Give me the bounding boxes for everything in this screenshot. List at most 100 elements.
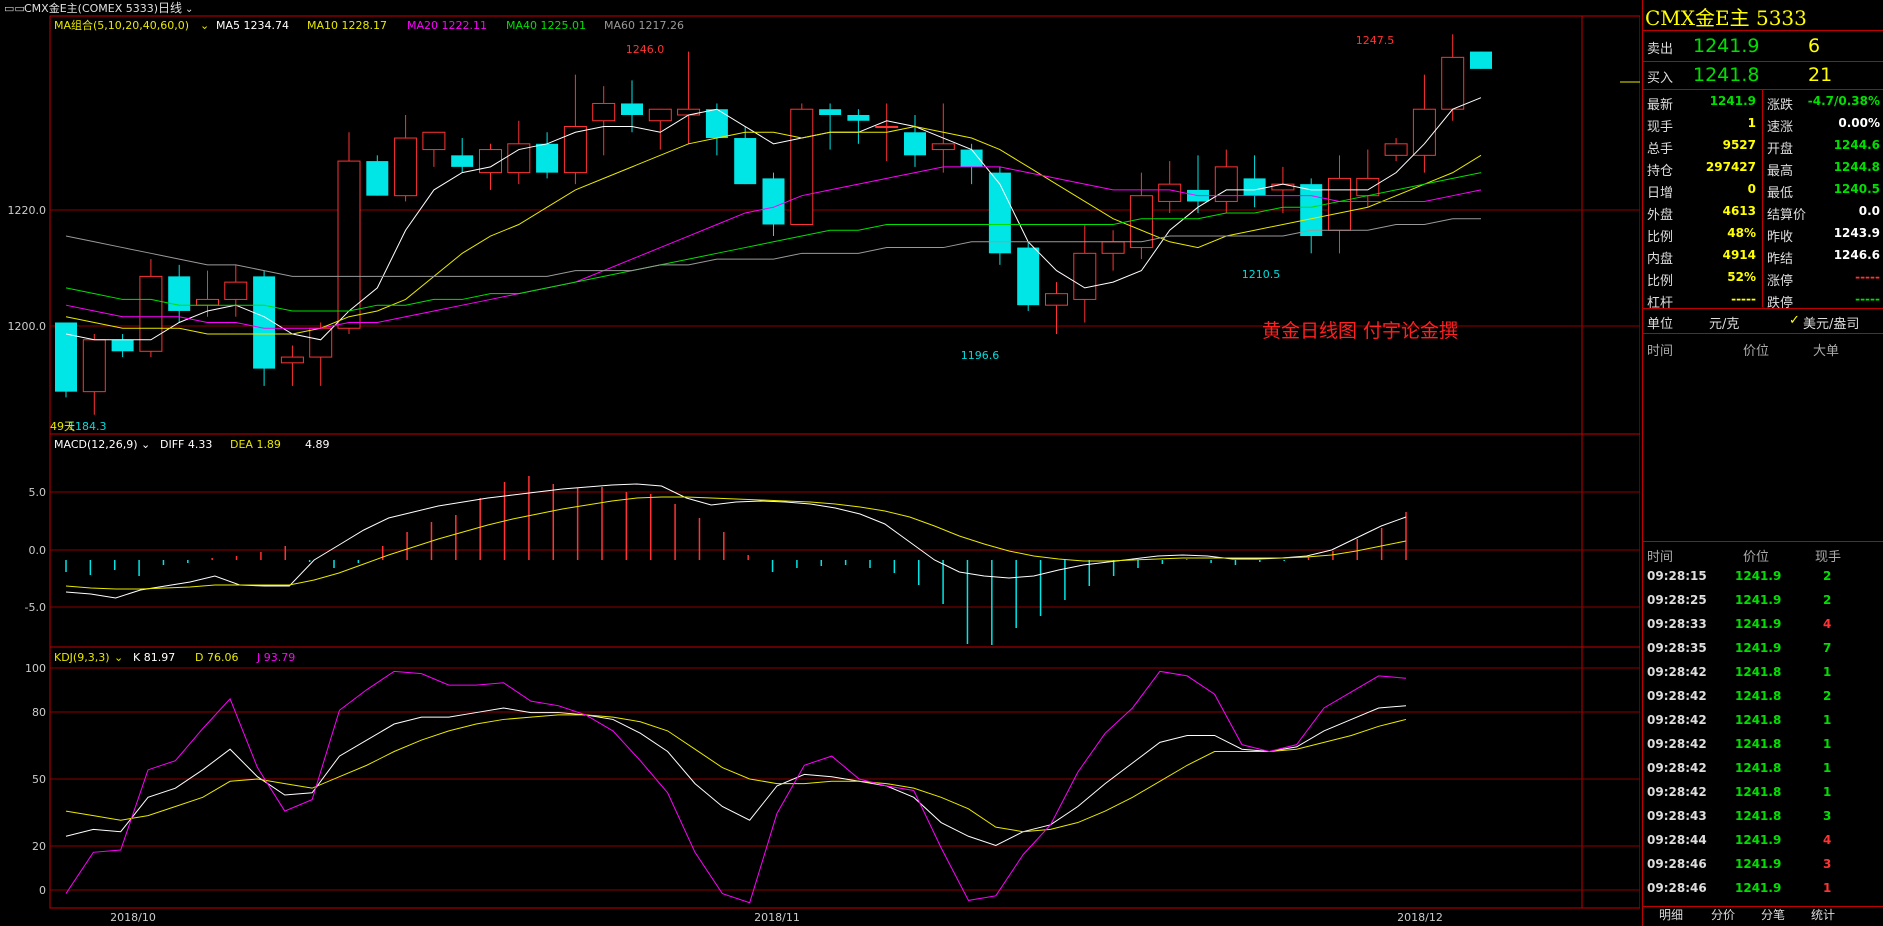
macd-legend-dropdown-icon[interactable]: ⌄ xyxy=(141,438,150,451)
sell-label: 卖出 xyxy=(1647,42,1674,57)
tick-time: 09:28:43 xyxy=(1647,809,1707,823)
ma-legend-dropdown-icon[interactable]: ⌄ xyxy=(200,19,209,32)
tick-row[interactable]: 09:28:33 1241.9 4 xyxy=(1643,613,1883,637)
tick-qty: 1 xyxy=(1823,737,1832,751)
tab-stats[interactable]: 统计 xyxy=(1811,906,1835,926)
tick-price: 1241.9 xyxy=(1735,833,1782,847)
candle-body xyxy=(1470,51,1492,69)
candle-body xyxy=(280,356,304,364)
unit-option-gram[interactable]: 元/克 xyxy=(1709,313,1739,332)
quote-value: 52% xyxy=(1727,270,1756,284)
kdj-panel-border xyxy=(49,646,1640,909)
tab-trades[interactable]: 分笔 xyxy=(1761,906,1785,926)
tick-row[interactable]: 09:28:46 1241.9 1 xyxy=(1643,877,1883,901)
candle-body xyxy=(1328,177,1351,231)
tick-row[interactable]: 09:28:25 1241.9 2 xyxy=(1643,589,1883,613)
ticks-header: 时间 价位 现手 xyxy=(1643,543,1883,565)
quote-value: ----- xyxy=(1855,292,1880,306)
tick-price: 1241.8 xyxy=(1735,785,1782,799)
candle-body xyxy=(1356,177,1380,197)
tick-row[interactable]: 09:28:44 1241.9 4 xyxy=(1643,829,1883,853)
candle-body xyxy=(1045,293,1068,306)
tick-price: 1241.8 xyxy=(1735,809,1782,823)
kdj-legend: KDJ(9,3,3) ⌄ K 81.97 D 76.06 J 93.79 xyxy=(54,651,295,664)
kdj-k-value: K 81.97 xyxy=(133,651,175,664)
quote-value: 4613 xyxy=(1722,204,1756,218)
tick-row[interactable]: 09:28:42 1241.8 1 xyxy=(1643,661,1883,685)
tick-row[interactable]: 09:28:42 1241.8 1 xyxy=(1643,733,1883,757)
tick-time: 09:28:42 xyxy=(1647,665,1707,679)
period-dropdown-icon[interactable]: ⌄ xyxy=(185,4,193,15)
kdj-legend-label[interactable]: KDJ(9,3,3) xyxy=(54,651,110,664)
bigorder-header: 时间 价位 大单 xyxy=(1643,337,1883,359)
quote-label: 持仓 xyxy=(1647,164,1674,179)
y-tick-kdj-2: 80 xyxy=(32,706,46,719)
tick-qty: 2 xyxy=(1823,593,1832,607)
tick-time: 09:28:42 xyxy=(1647,713,1707,727)
quote-value: ----- xyxy=(1731,292,1756,306)
tick-row[interactable]: 09:28:42 1241.8 2 xyxy=(1643,685,1883,709)
candle-body xyxy=(1300,184,1323,237)
y-tick-macd-2: 0.0 xyxy=(29,544,47,557)
quote-row: 最新 1241.9 涨跌 -4.7/0.38% xyxy=(1643,91,1883,113)
tick-row[interactable]: 09:28:42 1241.8 1 xyxy=(1643,781,1883,805)
quote-row: 比例 48% 昨收 1243.9 xyxy=(1643,223,1883,245)
annotation-high-right: 1247.5 xyxy=(1356,34,1395,47)
y-tick-kdj-5: 0 xyxy=(39,884,46,897)
candle-body xyxy=(734,138,757,185)
gridlines xyxy=(50,209,1640,891)
sell-row[interactable]: 卖出 1241.9 6 xyxy=(1643,33,1883,60)
ma-legend-label[interactable]: MA组合(5,10,20,40,60,0) xyxy=(54,18,189,32)
macd-legend: MACD(12,26,9) ⌄ DIFF 4.33 DEA 1.89 4.89 xyxy=(54,438,330,451)
quote-title: CMX金E主 5333 xyxy=(1645,6,1807,30)
kdj-legend-dropdown-icon[interactable]: ⌄ xyxy=(114,651,123,664)
tick-time: 09:28:42 xyxy=(1647,737,1707,751)
ticks-col-qty: 现手 xyxy=(1815,550,1842,565)
tab-detail[interactable]: 明细 xyxy=(1659,906,1683,926)
tick-qty: 4 xyxy=(1823,833,1832,847)
bigorder-col-time: 时间 xyxy=(1647,344,1674,359)
candle-body xyxy=(337,160,361,329)
tick-row[interactable]: 09:28:15 1241.9 2 xyxy=(1643,565,1883,589)
tick-row[interactable]: 09:28:35 1241.9 7 xyxy=(1643,637,1883,661)
candle-body xyxy=(1384,143,1408,156)
quote-label: 最低 xyxy=(1767,186,1794,201)
quote-value: 1244.6 xyxy=(1833,138,1880,152)
quote-value: -4.7/0.38% xyxy=(1807,94,1880,108)
candle-body xyxy=(621,103,643,115)
tab-price[interactable]: 分价 xyxy=(1711,906,1735,926)
quote-label: 现手 xyxy=(1647,120,1674,135)
tick-row[interactable]: 09:28:42 1241.8 1 xyxy=(1643,709,1883,733)
quote-row: 外盘 4613 结算价 0.0 xyxy=(1643,201,1883,223)
tick-qty: 3 xyxy=(1823,809,1832,823)
tick-time: 09:28:15 xyxy=(1647,569,1707,583)
unit-option-ounce[interactable]: 美元/盎司 xyxy=(1803,313,1859,332)
tick-row[interactable]: 09:28:42 1241.8 1 xyxy=(1643,757,1883,781)
window-icon: ▭▭ xyxy=(4,2,25,15)
candle-body xyxy=(224,281,248,300)
quote-label: 比例 xyxy=(1647,230,1674,245)
candle-body xyxy=(82,339,106,393)
macd-dea-value: DEA 1.89 xyxy=(230,438,281,451)
quote-row: 现手 1 速涨 0.00% xyxy=(1643,113,1883,135)
tick-row[interactable]: 09:28:46 1241.9 3 xyxy=(1643,853,1883,877)
candle-body xyxy=(762,178,785,225)
ma-legend: MA组合(5,10,20,40,60,0) ⌄ MA5 1234.74 MA10 … xyxy=(54,18,684,32)
period-selector[interactable]: 日线 xyxy=(158,1,182,15)
quote-value: 1240.5 xyxy=(1833,182,1880,196)
tick-price: 1241.9 xyxy=(1735,593,1782,607)
annotation-left-tag: 49天 xyxy=(50,420,75,433)
candle-body xyxy=(1412,108,1436,156)
candle-body xyxy=(563,126,587,174)
quote-value: 1241.9 xyxy=(1709,94,1756,108)
tick-time: 09:28:46 xyxy=(1647,857,1707,871)
tick-row[interactable]: 09:28:43 1241.8 3 xyxy=(1643,805,1883,829)
buy-row[interactable]: 买入 1241.8 21 xyxy=(1643,62,1883,89)
quote-label: 涨跌 xyxy=(1767,98,1794,113)
quote-value: 48% xyxy=(1727,226,1756,240)
buy-qty: 21 xyxy=(1808,64,1833,86)
candle-body xyxy=(253,276,276,369)
kdj-d-value: D 76.06 xyxy=(195,651,238,664)
macd-legend-label[interactable]: MACD(12,26,9) xyxy=(54,438,138,451)
quote-value: 9527 xyxy=(1722,138,1756,152)
